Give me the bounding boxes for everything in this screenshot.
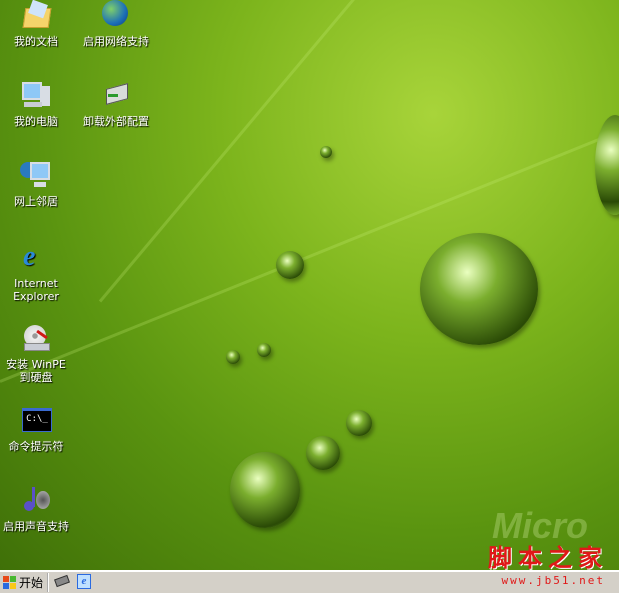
- water-drop: [276, 251, 304, 279]
- desktop-icon-command-prompt[interactable]: C:\_ 命令提示符: [0, 405, 76, 453]
- desktop-icon-enable-network[interactable]: 启用网络支持: [76, 0, 156, 48]
- folder-documents-icon: [20, 0, 52, 32]
- water-drop: [306, 436, 340, 470]
- leaf-vein: [0, 117, 619, 383]
- desktop-icon-enable-sound[interactable]: 启用声音支持: [0, 485, 76, 533]
- water-drop: [320, 146, 332, 158]
- computer-icon: [20, 80, 52, 112]
- drive-unmount-icon: [100, 80, 132, 112]
- water-drop: [257, 343, 271, 357]
- watermark-site-name: 脚本之家: [488, 543, 608, 570]
- desktop-icon-install-winpe[interactable]: 安装 WinPE 到硬盘: [0, 323, 76, 384]
- water-drop: [346, 410, 372, 436]
- water-drop: [595, 115, 619, 215]
- taskbar: 开始 e www.jb51.net: [0, 570, 619, 593]
- desktop: Micro 脚本之家 我的文档 启用网络支持 我的电脑 卸载外部配置 网上邻居 …: [0, 0, 619, 570]
- water-drop: [230, 452, 300, 528]
- sound-icon: [20, 485, 52, 517]
- desktop-icon-my-computer[interactable]: 我的电脑: [0, 80, 76, 128]
- water-drop: [226, 350, 240, 364]
- quicklaunch-hardware-icon[interactable]: [54, 574, 70, 588]
- watermark-url: www.jb51.net: [501, 574, 605, 587]
- globe-network-icon: [100, 0, 132, 32]
- water-drop: [420, 233, 538, 345]
- install-disk-icon: [20, 323, 52, 355]
- windows-logo-icon: [3, 576, 16, 589]
- start-button[interactable]: 开始: [1, 573, 50, 592]
- start-label: 开始: [19, 576, 44, 590]
- cmd-icon: C:\_: [20, 405, 52, 437]
- desktop-icon-my-documents[interactable]: 我的文档: [0, 0, 76, 48]
- network-neighborhood-icon: [20, 160, 52, 192]
- desktop-icon-network-neighborhood[interactable]: 网上邻居: [0, 160, 76, 208]
- desktop-icon-unmount-external[interactable]: 卸载外部配置: [76, 80, 156, 128]
- quicklaunch-ie-icon[interactable]: e: [77, 574, 91, 589]
- ie-icon: e: [23, 241, 36, 272]
- desktop-icon-internet-explorer[interactable]: e Internet Explorer: [0, 241, 76, 304]
